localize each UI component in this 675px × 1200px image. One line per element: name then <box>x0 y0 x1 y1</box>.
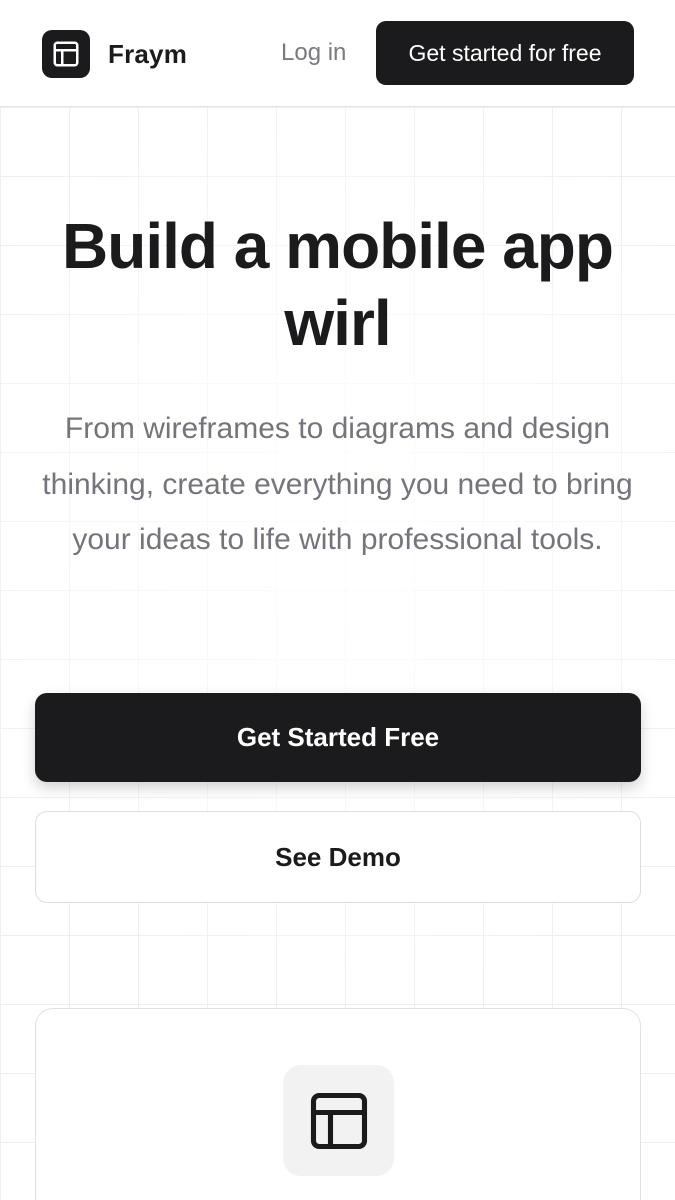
feature-icon-container <box>283 1065 394 1176</box>
top-nav: Fraym Log in Get started for free <box>0 0 675 107</box>
get-started-header-button[interactable]: Get started for free <box>376 21 634 85</box>
layout-icon <box>310 1092 367 1149</box>
see-demo-button[interactable]: See Demo <box>35 811 641 903</box>
hero-subtitle: From wireframes to diagrams and design t… <box>42 412 633 556</box>
brand[interactable]: Fraym <box>42 30 187 78</box>
logo <box>42 30 90 78</box>
landing-page: Fraym Log in Get started for free Build … <box>0 0 675 1200</box>
login-link[interactable]: Log in <box>281 36 346 70</box>
feature-card <box>35 1008 641 1200</box>
layout-icon <box>53 41 79 67</box>
get-started-button[interactable]: Get Started Free <box>35 693 641 782</box>
hero-title: Build a mobile app wirl <box>62 210 614 359</box>
brand-name: Fraym <box>108 38 188 69</box>
